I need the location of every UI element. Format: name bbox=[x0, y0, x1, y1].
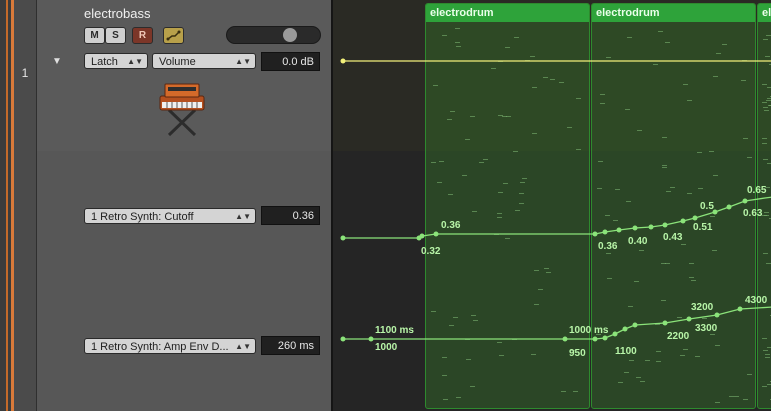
track-number-column bbox=[14, 281, 37, 411]
track-number-column: 1 bbox=[14, 0, 37, 151]
automation-point-label: 1100 bbox=[615, 346, 637, 357]
disclosure-triangle-icon[interactable]: ▼ bbox=[52, 56, 62, 67]
automation-point-label: 0.40 bbox=[628, 236, 648, 247]
track-color-strip bbox=[0, 151, 14, 281]
select-arrows-icon: ▲▼ bbox=[235, 342, 251, 351]
logic-arrange-window: 1 electrobass M S R ▼ Latch ▲▼ Volume ▲▼ 0… bbox=[0, 0, 771, 411]
track-header-electrobass[interactable]: 1 electrobass M S R ▼ Latch ▲▼ Volume ▲▼ 0… bbox=[0, 0, 331, 152]
automation-curves[interactable]: 0.36 0.32 0.36 0.40 0.43 0.51 0.5 0.63 0… bbox=[333, 0, 771, 411]
automation-value-field[interactable]: 260 ms bbox=[261, 336, 320, 355]
automation-point-label: 3300 bbox=[695, 323, 718, 334]
automation-point-label: 1100 ms bbox=[375, 325, 414, 336]
synthesizer-icon bbox=[159, 83, 205, 137]
mute-button[interactable]: M bbox=[84, 27, 105, 44]
solo-button[interactable]: S bbox=[105, 27, 126, 44]
automation-point-label: 0.43 bbox=[663, 232, 683, 243]
automation-parameter-select[interactable]: 1 Retro Synth: Cutoff ▲▼ bbox=[84, 208, 256, 224]
automation-parameter-select[interactable]: Volume ▲▼ bbox=[152, 53, 256, 69]
select-arrows-icon: ▲▼ bbox=[235, 57, 251, 66]
automation-value-field[interactable]: 0.36 bbox=[261, 206, 320, 225]
track-color-strip bbox=[0, 0, 14, 151]
automation-parameter-label: 1 Retro Synth: Cutoff bbox=[91, 211, 194, 223]
automation-lane-amp-env[interactable]: 1 Retro Synth: Amp Env D... ▲▼ 260 ms bbox=[0, 281, 331, 411]
arrange-area[interactable]: electrodrum electrodrum ele bbox=[331, 0, 771, 411]
automation-parameter-select[interactable]: 1 Retro Synth: Amp Env D... ▲▼ bbox=[84, 338, 256, 354]
automation-point-label: 1000 bbox=[375, 342, 398, 353]
automation-point-label: 950 bbox=[569, 348, 586, 359]
automation-point-label: 2200 bbox=[667, 331, 690, 342]
select-arrows-icon: ▲▼ bbox=[235, 212, 251, 221]
automation-point-label: 4300 bbox=[745, 295, 768, 306]
automation-lane-cutoff[interactable]: 1 Retro Synth: Cutoff ▲▼ 0.36 bbox=[0, 151, 331, 282]
record-enable-button[interactable]: R bbox=[132, 27, 153, 44]
automation-mode-select[interactable]: Latch ▲▼ bbox=[84, 53, 148, 69]
automation-point-label: 1000 ms bbox=[569, 325, 609, 336]
automation-point-label: 0.65 bbox=[747, 185, 767, 196]
automation-point-label: 0.5 bbox=[700, 201, 714, 212]
automation-point-label: 0.36 bbox=[598, 241, 618, 252]
automation-point-label: 0.63 bbox=[743, 208, 763, 219]
select-arrows-icon: ▲▼ bbox=[127, 57, 143, 66]
automation-point-label: 0.32 bbox=[421, 246, 441, 257]
automation-point-label: 0.51 bbox=[693, 222, 713, 233]
automation-point-label: 3200 bbox=[691, 302, 714, 313]
volume-value-field[interactable]: 0.0 dB bbox=[261, 52, 320, 71]
automation-point-label: 0.36 bbox=[441, 220, 461, 231]
volume-slider-thumb[interactable] bbox=[283, 28, 297, 42]
automation-parameter-label: Volume bbox=[159, 56, 196, 68]
track-name[interactable]: electrobass bbox=[84, 6, 150, 21]
track-color-strip bbox=[0, 281, 14, 411]
automation-mode-label: Latch bbox=[91, 56, 118, 68]
track-number: 1 bbox=[21, 66, 29, 80]
automation-parameter-label: 1 Retro Synth: Amp Env D... bbox=[91, 341, 229, 353]
automation-curve-icon bbox=[166, 30, 181, 41]
track-number-column bbox=[14, 151, 37, 281]
volume-automation-point[interactable] bbox=[340, 58, 346, 64]
track-headers: 1 electrobass M S R ▼ Latch ▲▼ Volume ▲▼ 0… bbox=[0, 0, 331, 411]
automation-toggle-button[interactable] bbox=[163, 27, 184, 44]
volume-slider[interactable] bbox=[226, 26, 321, 44]
